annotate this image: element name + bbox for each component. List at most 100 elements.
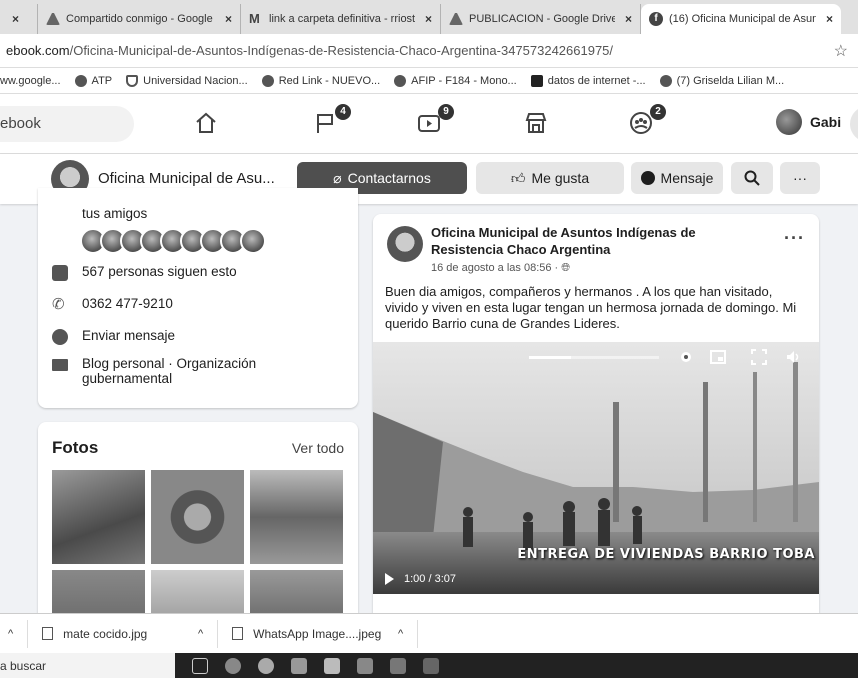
post-timestamp[interactable]: 16 de agosto a las 08:56 · 🌐︎ [431,262,570,275]
drive-icon [449,13,463,25]
tab-close-icon[interactable]: × [12,12,19,26]
chevron-up-icon[interactable]: ^ [198,628,203,640]
url-path: /Oficina-Municipal-de-Asuntos-Indígenas-… [69,43,614,58]
tab-publicacion[interactable]: PUBLICACION - Google Drive × [441,4,641,34]
home-nav[interactable] [193,110,221,136]
facebook-top-nav: ebook 4 9 2 Gabi [0,94,858,154]
chevron-up-icon[interactable]: ^ [8,628,13,640]
fullscreen-icon[interactable] [751,349,767,365]
tab-label: link a carpeta definitiva - rriost [269,13,415,25]
tab-close-icon[interactable]: × [225,12,232,26]
volume-icon[interactable] [785,349,801,365]
intro-card: tus amigos 567 personas siguen esto ✆ 03… [38,188,358,408]
task-view-icon[interactable] [192,657,208,674]
bookmark-label: Universidad Nacion... [143,74,248,87]
followers-row: 567 personas siguen esto [52,264,237,281]
chevron-up-icon[interactable]: ^ [398,628,403,640]
store-icon[interactable] [324,657,340,674]
video-time: 1:00 / 3:07 [404,573,456,585]
word-icon[interactable] [423,657,439,674]
friends-text: tus amigos [82,206,148,221]
bookmark-star-icon[interactable]: ☆ [834,41,848,61]
menu-button[interactable] [850,106,858,142]
video-caption: ENTREGA DE VIVIENDAS BARRIO TOBA [517,547,815,562]
tab-gmail[interactable]: M link a carpeta definitiva - rriost × [241,4,441,34]
edge-icon[interactable] [225,657,241,674]
like-label: Me gusta [531,170,590,186]
photo-thumbnail[interactable] [52,470,145,564]
url-domain: ebook.com [6,43,70,58]
tab-0[interactable]: × [0,4,38,34]
download-item[interactable]: ^ [0,619,29,648]
post-options-button[interactable]: ··· [784,228,805,249]
facebook-icon: f [649,12,663,26]
tab-facebook-active[interactable]: f (16) Oficina Municipal de Asun × [641,4,841,34]
globe-icon [394,74,407,87]
post-author-name[interactable]: Oficina Municipal de Asuntos Indígenas d… [431,224,771,258]
user-profile-link[interactable]: Gabi [776,109,841,135]
search-page-button[interactable] [731,162,773,194]
more-options-button[interactable]: ··· [780,162,820,194]
mail-icon[interactable] [357,657,373,674]
post-video[interactable]: ENTREGA DE VIVIENDAS BARRIO TOBA 1:00 / … [373,342,819,594]
address-bar[interactable]: ebook.com/Oficina-Municipal-de-Asuntos-I… [0,34,858,68]
gmail-icon: M [249,11,260,26]
post-author-avatar[interactable] [387,226,423,262]
folder-icon [52,359,68,371]
play-icon[interactable] [385,573,394,585]
phone-icon: ✆ [52,296,65,313]
flag-nav[interactable]: 4 [313,104,351,136]
avatar[interactable] [240,228,266,254]
send-message-text[interactable]: Enviar mensaje [82,328,175,343]
message-label: Mensaje [660,170,714,186]
photo-thumbnail[interactable] [151,470,244,564]
miniplayer-icon[interactable] [710,349,726,365]
chrome-icon[interactable] [258,657,274,674]
bookmark-atp[interactable]: ATP [74,74,113,87]
send-message-row[interactable]: Enviar mensaje [52,328,175,345]
bookmark-label: ATP [91,74,113,87]
bookmark-label: Red Link - NUEVO... [278,74,381,87]
tab-close-icon[interactable]: × [425,12,432,26]
marketplace-nav[interactable] [523,110,551,136]
bookmark-datos[interactable]: datos de internet -... [530,74,646,87]
tab-close-icon[interactable]: × [625,12,632,26]
bookmark-label: AFIP - F184 - Mono... [411,74,517,87]
bookmark-google[interactable]: ww.google... [0,75,61,87]
category-text[interactable]: Blog personal · Organización gubernament… [82,356,312,386]
download-item[interactable]: mate cocido.jpg ^ [28,619,219,648]
photo-thumbnail[interactable] [250,470,343,564]
video-progress-bar[interactable] [529,356,659,359]
search-icon [744,170,760,186]
bookmark-redlink[interactable]: Red Link - NUEVO... [261,74,381,87]
bookmark-universidad[interactable]: Universidad Nacion... [126,74,248,87]
photos-card: Fotos Ver todo [38,422,358,664]
bookmark-griselda[interactable]: (7) Griselda Lilian M... [659,74,784,87]
excel-icon[interactable] [390,657,406,674]
message-button[interactable]: Mensaje [631,162,723,194]
windows-taskbar: a buscar [0,653,858,678]
redlink-icon [261,74,274,87]
file-icon [42,627,54,640]
taskbar-search-input[interactable]: a buscar [0,653,175,678]
tab-compartido[interactable]: Compartido conmigo - Google × [38,4,241,34]
category-row: Blog personal · Organización gubernament… [52,356,312,386]
phone-text[interactable]: 0362 477-9210 [82,296,173,311]
bookmark-afip[interactable]: AFIP - F184 - Mono... [394,74,517,87]
bookmark-label: ww.google... [0,74,61,87]
marketplace-icon [525,113,547,133]
file-explorer-icon[interactable] [291,657,307,674]
download-item[interactable]: WhatsApp Image....jpeg ^ [218,619,419,648]
page-title[interactable]: Oficina Municipal de Asu... [98,170,275,187]
tab-close-icon[interactable]: × [826,12,833,26]
watch-nav[interactable]: 9 [416,104,454,136]
like-button[interactable]: 👍︎ Me gusta [476,162,624,194]
see-all-photos-link[interactable]: Ver todo [292,440,344,456]
groups-nav[interactable]: 2 [628,104,666,136]
downloads-bar: ^ mate cocido.jpg ^ WhatsApp Image....jp… [0,613,858,653]
url-text[interactable]: ebook.com/Oficina-Municipal-de-Asuntos-I… [6,43,834,58]
settings-gear-icon[interactable] [678,349,694,365]
facebook-search-input[interactable]: ebook [0,106,134,142]
drive-icon [46,13,60,25]
file-icon [232,627,244,640]
